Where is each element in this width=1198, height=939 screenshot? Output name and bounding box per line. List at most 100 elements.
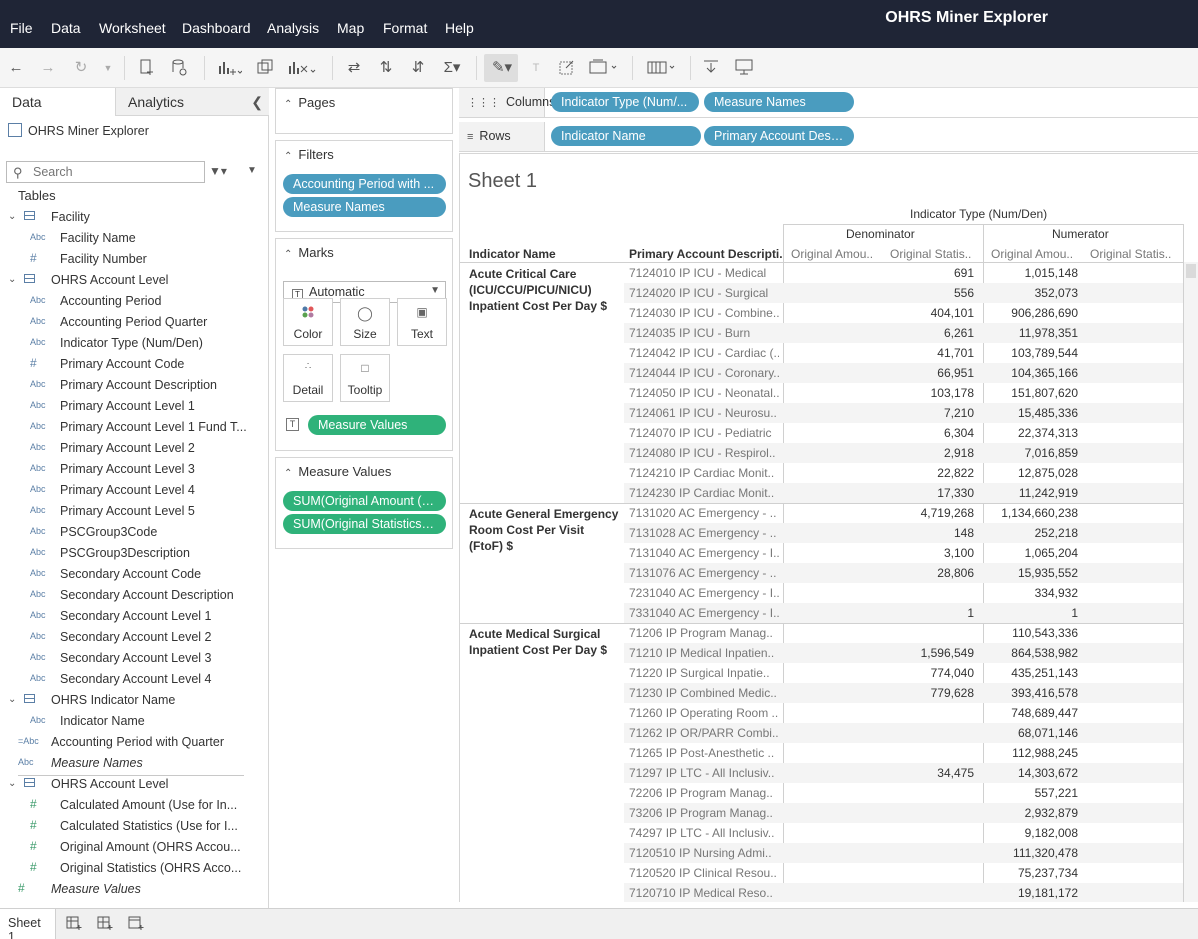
table-node[interactable]: ⌄ Facility: [0, 208, 260, 228]
field-item[interactable]: Abc Accounting Period Quarter: [0, 313, 260, 333]
field-item[interactable]: Abc Indicator Type (Num/Den): [0, 334, 260, 354]
indicator-name-cell[interactable]: Acute Medical Surgical Inpatient Cost Pe…: [469, 626, 619, 658]
new-worksheet-tab-icon[interactable]: [66, 915, 82, 934]
clear-sheet-icon[interactable]: [288, 58, 318, 78]
columns-shelf[interactable]: ⋮⋮⋮ Columns Indicator Type (Num/... Measu…: [459, 88, 1198, 118]
menu-analysis[interactable]: Analysis: [267, 20, 319, 36]
field-item[interactable]: Abc Secondary Account Level 2: [0, 628, 260, 648]
account-description-cell[interactable]: 71262 IP OR/PARR Combi..: [629, 726, 779, 740]
account-description-cell[interactable]: 7124035 IP ICU - Burn: [629, 326, 779, 340]
sheet-title[interactable]: Sheet 1: [468, 170, 537, 193]
show-mark-labels-icon[interactable]: T: [526, 58, 546, 78]
value-cell[interactable]: 19,181,172: [984, 886, 1078, 900]
menu-worksheet[interactable]: Worksheet: [99, 20, 166, 36]
value-cell[interactable]: 393,416,578: [984, 686, 1078, 700]
expand-caret-icon[interactable]: ⌄: [8, 211, 16, 222]
value-cell[interactable]: 15,485,336: [984, 406, 1078, 420]
indicator-name-cell[interactable]: Acute General Emergency Room Cost Per Vi…: [469, 506, 619, 554]
field-item[interactable]: Abc Indicator Name: [0, 712, 260, 732]
expand-caret-icon[interactable]: ⌄: [8, 778, 16, 789]
account-description-cell[interactable]: 7124070 IP ICU - Pediatric: [629, 426, 779, 440]
value-cell[interactable]: 4,719,268: [882, 506, 974, 520]
field-item[interactable]: Abc Primary Account Description: [0, 376, 260, 396]
vertical-scrollbar[interactable]: [1184, 262, 1198, 902]
new-dashboard-tab-icon[interactable]: [97, 915, 113, 934]
value-cell[interactable]: 151,807,620: [984, 386, 1078, 400]
den-original-amount-header[interactable]: Original Amou..: [791, 247, 883, 261]
denominator-header[interactable]: Denominator: [846, 227, 915, 241]
account-description-cell[interactable]: 7131020 AC Emergency - ..: [629, 506, 779, 520]
field-item[interactable]: # Facility Number: [0, 250, 260, 270]
value-cell[interactable]: 6,304: [882, 426, 974, 440]
account-description-cell[interactable]: 71260 IP Operating Room ..: [629, 706, 779, 720]
account-description-cell[interactable]: 7124080 IP ICU - Respirol..: [629, 446, 779, 460]
value-cell[interactable]: 104,365,166: [984, 366, 1078, 380]
field-item[interactable]: # Measure Values: [0, 880, 260, 900]
field-item[interactable]: Abc Secondary Account Level 3: [0, 649, 260, 669]
value-cell[interactable]: 864,538,982: [984, 646, 1078, 660]
den-original-statistics-header[interactable]: Original Statis..: [890, 247, 982, 261]
pane-menu-icon[interactable]: ▼: [247, 165, 257, 176]
replay-icon[interactable]: ↻: [68, 58, 94, 78]
account-description-cell[interactable]: 7331040 AC Emergency - I..: [629, 606, 779, 620]
value-cell[interactable]: 435,251,143: [984, 666, 1078, 680]
field-item[interactable]: Abc PSCGroup3Code: [0, 523, 260, 543]
value-cell[interactable]: 9,182,008: [984, 826, 1078, 840]
value-cell[interactable]: 6,261: [882, 326, 974, 340]
field-item[interactable]: Abc Secondary Account Code: [0, 565, 260, 585]
measure-pill-original-statistics[interactable]: SUM(Original Statistics (...: [283, 514, 446, 534]
rows-shelf[interactable]: ≡ Rows Indicator Name Primary Account Des…: [459, 122, 1198, 152]
pages-card-title[interactable]: ⌃ Pages: [284, 95, 335, 110]
expand-caret-icon[interactable]: ⌄: [8, 274, 16, 285]
sheet-tab-sheet1[interactable]: Sheet 1: [0, 909, 56, 939]
marks-card-title[interactable]: ⌃ Marks: [284, 245, 334, 260]
new-datasource-icon[interactable]: [138, 58, 158, 78]
value-cell[interactable]: 1,065,204: [984, 546, 1078, 560]
value-cell[interactable]: 41,701: [882, 346, 974, 360]
column-pill-indicator-type[interactable]: Indicator Type (Num/...: [551, 92, 699, 112]
account-description-cell[interactable]: 7231040 AC Emergency - I..: [629, 586, 779, 600]
account-description-cell[interactable]: 7131076 AC Emergency - ..: [629, 566, 779, 580]
field-item[interactable]: Abc Primary Account Level 3: [0, 460, 260, 480]
field-item[interactable]: Abc Primary Account Level 4: [0, 481, 260, 501]
value-cell[interactable]: 691: [882, 266, 974, 280]
primary-account-column-header[interactable]: Primary Account Descripti..: [629, 247, 783, 261]
field-item[interactable]: Abc Facility Name: [0, 229, 260, 249]
account-description-cell[interactable]: 7124044 IP ICU - Coronary..: [629, 366, 779, 380]
new-story-tab-icon[interactable]: [128, 915, 144, 934]
account-description-cell[interactable]: 7124230 IP Cardiac Monit..: [629, 486, 779, 500]
value-cell[interactable]: 352,073: [984, 286, 1078, 300]
account-description-cell[interactable]: 71220 IP Surgical Inpatie..: [629, 666, 779, 680]
value-cell[interactable]: 11,242,919: [984, 486, 1078, 500]
field-item[interactable]: Abc Primary Account Level 2: [0, 439, 260, 459]
value-cell[interactable]: 556: [882, 286, 974, 300]
value-cell[interactable]: 779,628: [882, 686, 974, 700]
table-node[interactable]: ⌄ OHRS Indicator Name: [0, 691, 260, 711]
value-cell[interactable]: 110,543,336: [984, 626, 1078, 640]
field-item[interactable]: # Primary Account Code: [0, 355, 260, 375]
field-item[interactable]: # Original Statistics (OHRS Acco...: [0, 859, 260, 879]
account-description-cell[interactable]: 71265 IP Post-Anesthetic ..: [629, 746, 779, 760]
table-node[interactable]: ⌄ OHRS Account Level: [0, 271, 260, 291]
menu-dashboard[interactable]: Dashboard: [182, 20, 251, 36]
value-cell[interactable]: 2,918: [882, 446, 974, 460]
value-cell[interactable]: 75,237,734: [984, 866, 1078, 880]
row-pill-indicator-name[interactable]: Indicator Name: [551, 126, 701, 146]
value-cell[interactable]: 1,596,549: [882, 646, 974, 660]
filter-pill-measure-names[interactable]: Measure Names: [283, 197, 446, 217]
undo-icon[interactable]: ←: [6, 58, 26, 78]
account-description-cell[interactable]: 71210 IP Medical Inpatien..: [629, 646, 779, 660]
field-item[interactable]: =Abc Accounting Period with Quarter: [0, 733, 260, 753]
field-item[interactable]: Abc Secondary Account Description: [0, 586, 260, 606]
replay-dropdown-icon[interactable]: ▼: [98, 58, 118, 78]
menu-file[interactable]: File: [10, 20, 33, 36]
field-item[interactable]: Abc Measure Names: [0, 754, 260, 774]
filters-card-title[interactable]: ⌃ Filters: [284, 147, 334, 162]
color-button[interactable]: Color: [283, 298, 333, 346]
detail-button[interactable]: ∴ Detail: [283, 354, 333, 402]
account-description-cell[interactable]: 7124050 IP ICU - Neonatal..: [629, 386, 779, 400]
account-description-cell[interactable]: 71230 IP Combined Medic..: [629, 686, 779, 700]
account-description-cell[interactable]: 71206 IP Program Manag..: [629, 626, 779, 640]
indicator-type-header[interactable]: Indicator Type (Num/Den): [910, 207, 1047, 221]
account-description-cell[interactable]: 7124010 IP ICU - Medical: [629, 266, 779, 280]
